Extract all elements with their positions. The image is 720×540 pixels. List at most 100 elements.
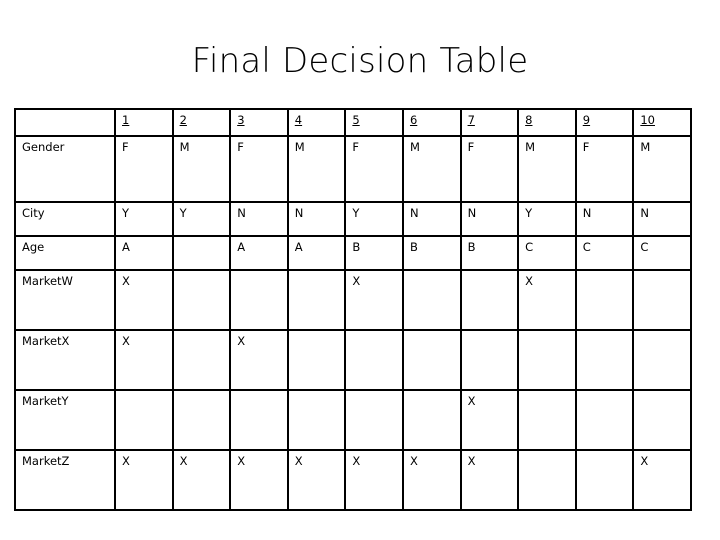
row-label-marketx: MarketX [14, 329, 116, 391]
decision-table: 1 2 3 4 5 6 7 8 9 10 Gender F M F M F M F M F M City Y Y N N Y N N Y N… [14, 108, 692, 511]
cell-marketw-3 [229, 269, 289, 331]
cell-markety-10 [632, 389, 692, 451]
cell-marketw-9 [574, 269, 635, 331]
cell-gender-2: M [171, 135, 232, 203]
cell-city-3: N [229, 201, 289, 237]
column-header-7: 7 [459, 108, 520, 137]
row-label-age: Age [14, 235, 116, 271]
cell-markety-7: X [459, 389, 520, 451]
table-row: Age A A A B B B C C C [14, 235, 692, 271]
table-row: Gender F M F M F M F M F M [14, 135, 692, 203]
cell-marketz-2: X [171, 449, 232, 511]
cell-marketx-4 [286, 329, 347, 391]
page-title: Final Decision Table [191, 41, 529, 81]
cell-marketx-9 [574, 329, 635, 391]
column-header-1: 1 [114, 108, 174, 137]
cell-marketz-6: X [401, 449, 462, 511]
row-label-marketw: MarketW [14, 269, 116, 331]
table-row: MarketW X X X [14, 269, 692, 331]
cell-marketx-1: X [114, 329, 174, 391]
column-header-4: 4 [286, 108, 347, 137]
column-header-10: 10 [632, 108, 692, 137]
cell-markety-1 [114, 389, 174, 451]
cell-marketz-3: X [229, 449, 289, 511]
cell-gender-8: M [517, 135, 577, 203]
cell-markety-5 [344, 389, 404, 451]
cell-marketw-5: X [344, 269, 404, 331]
cell-gender-5: F [344, 135, 404, 203]
cell-marketw-4 [286, 269, 347, 331]
table-row: MarketX X X [14, 329, 692, 391]
column-header-3: 3 [229, 108, 289, 137]
column-header-8: 8 [517, 108, 577, 137]
row-label-markety: MarketY [14, 389, 116, 451]
cell-age-1: A [114, 235, 174, 271]
cell-gender-9: F [574, 135, 635, 203]
cell-gender-4: M [286, 135, 347, 203]
cell-gender-7: F [459, 135, 520, 203]
cell-markety-6 [401, 389, 462, 451]
table-row: MarketY X [14, 389, 692, 451]
row-label-marketz: MarketZ [14, 449, 116, 511]
cell-marketz-4: X [286, 449, 347, 511]
cell-age-2 [171, 235, 232, 271]
slide-canvas: Final Decision Table 1 2 3 4 5 6 7 8 9 10 Gender F M… [0, 0, 720, 540]
cell-age-10: C [632, 235, 692, 271]
table-corner-cell [14, 108, 116, 137]
cell-marketz-7: X [459, 449, 520, 511]
cell-city-7: N [459, 201, 520, 237]
cell-marketz-1: X [114, 449, 174, 511]
cell-marketw-6 [401, 269, 462, 331]
cell-marketz-9 [574, 449, 635, 511]
cell-marketx-2 [171, 329, 232, 391]
cell-age-9: C [574, 235, 635, 271]
cell-marketw-10 [632, 269, 692, 331]
cell-markety-8 [517, 389, 577, 451]
cell-marketx-8 [517, 329, 577, 391]
cell-city-10: N [632, 201, 692, 237]
cell-marketw-1: X [114, 269, 174, 331]
cell-city-2: Y [171, 201, 232, 237]
cell-marketz-8 [517, 449, 577, 511]
column-header-6: 6 [401, 108, 462, 137]
cell-age-3: A [229, 235, 289, 271]
cell-age-5: B [344, 235, 404, 271]
row-label-city: City [14, 201, 116, 237]
cell-marketx-5 [344, 329, 404, 391]
cell-marketw-7 [459, 269, 520, 331]
row-label-gender: Gender [14, 135, 116, 203]
cell-marketx-7 [459, 329, 520, 391]
cell-marketw-8: X [517, 269, 577, 331]
table-row: MarketZ X X X X X X X X [14, 449, 692, 511]
cell-markety-9 [574, 389, 635, 451]
cell-city-5: Y [344, 201, 404, 237]
cell-gender-1: F [114, 135, 174, 203]
cell-marketz-5: X [344, 449, 404, 511]
table-header-row: 1 2 3 4 5 6 7 8 9 10 [14, 108, 692, 137]
cell-gender-10: M [632, 135, 692, 203]
cell-marketx-3: X [229, 329, 289, 391]
cell-gender-3: F [229, 135, 289, 203]
cell-city-9: N [574, 201, 635, 237]
cell-markety-2 [171, 389, 232, 451]
cell-age-7: B [459, 235, 520, 271]
cell-city-1: Y [114, 201, 174, 237]
column-header-5: 5 [344, 108, 404, 137]
cell-age-4: A [286, 235, 347, 271]
cell-marketw-2 [171, 269, 232, 331]
cell-age-6: B [401, 235, 462, 271]
column-header-9: 9 [574, 108, 635, 137]
cell-markety-4 [286, 389, 347, 451]
cell-city-8: Y [517, 201, 577, 237]
cell-markety-3 [229, 389, 289, 451]
cell-city-6: N [401, 201, 462, 237]
cell-marketx-6 [401, 329, 462, 391]
cell-age-8: C [517, 235, 577, 271]
column-header-2: 2 [171, 108, 232, 137]
table-row: City Y Y N N Y N N Y N N [14, 201, 692, 237]
cell-marketz-10: X [632, 449, 692, 511]
cell-city-4: N [286, 201, 347, 237]
cell-marketx-10 [632, 329, 692, 391]
cell-gender-6: M [401, 135, 462, 203]
decision-table-body: 1 2 3 4 5 6 7 8 9 10 Gender F M F M F M F M F M City Y Y N N Y N N Y N… [14, 108, 692, 511]
